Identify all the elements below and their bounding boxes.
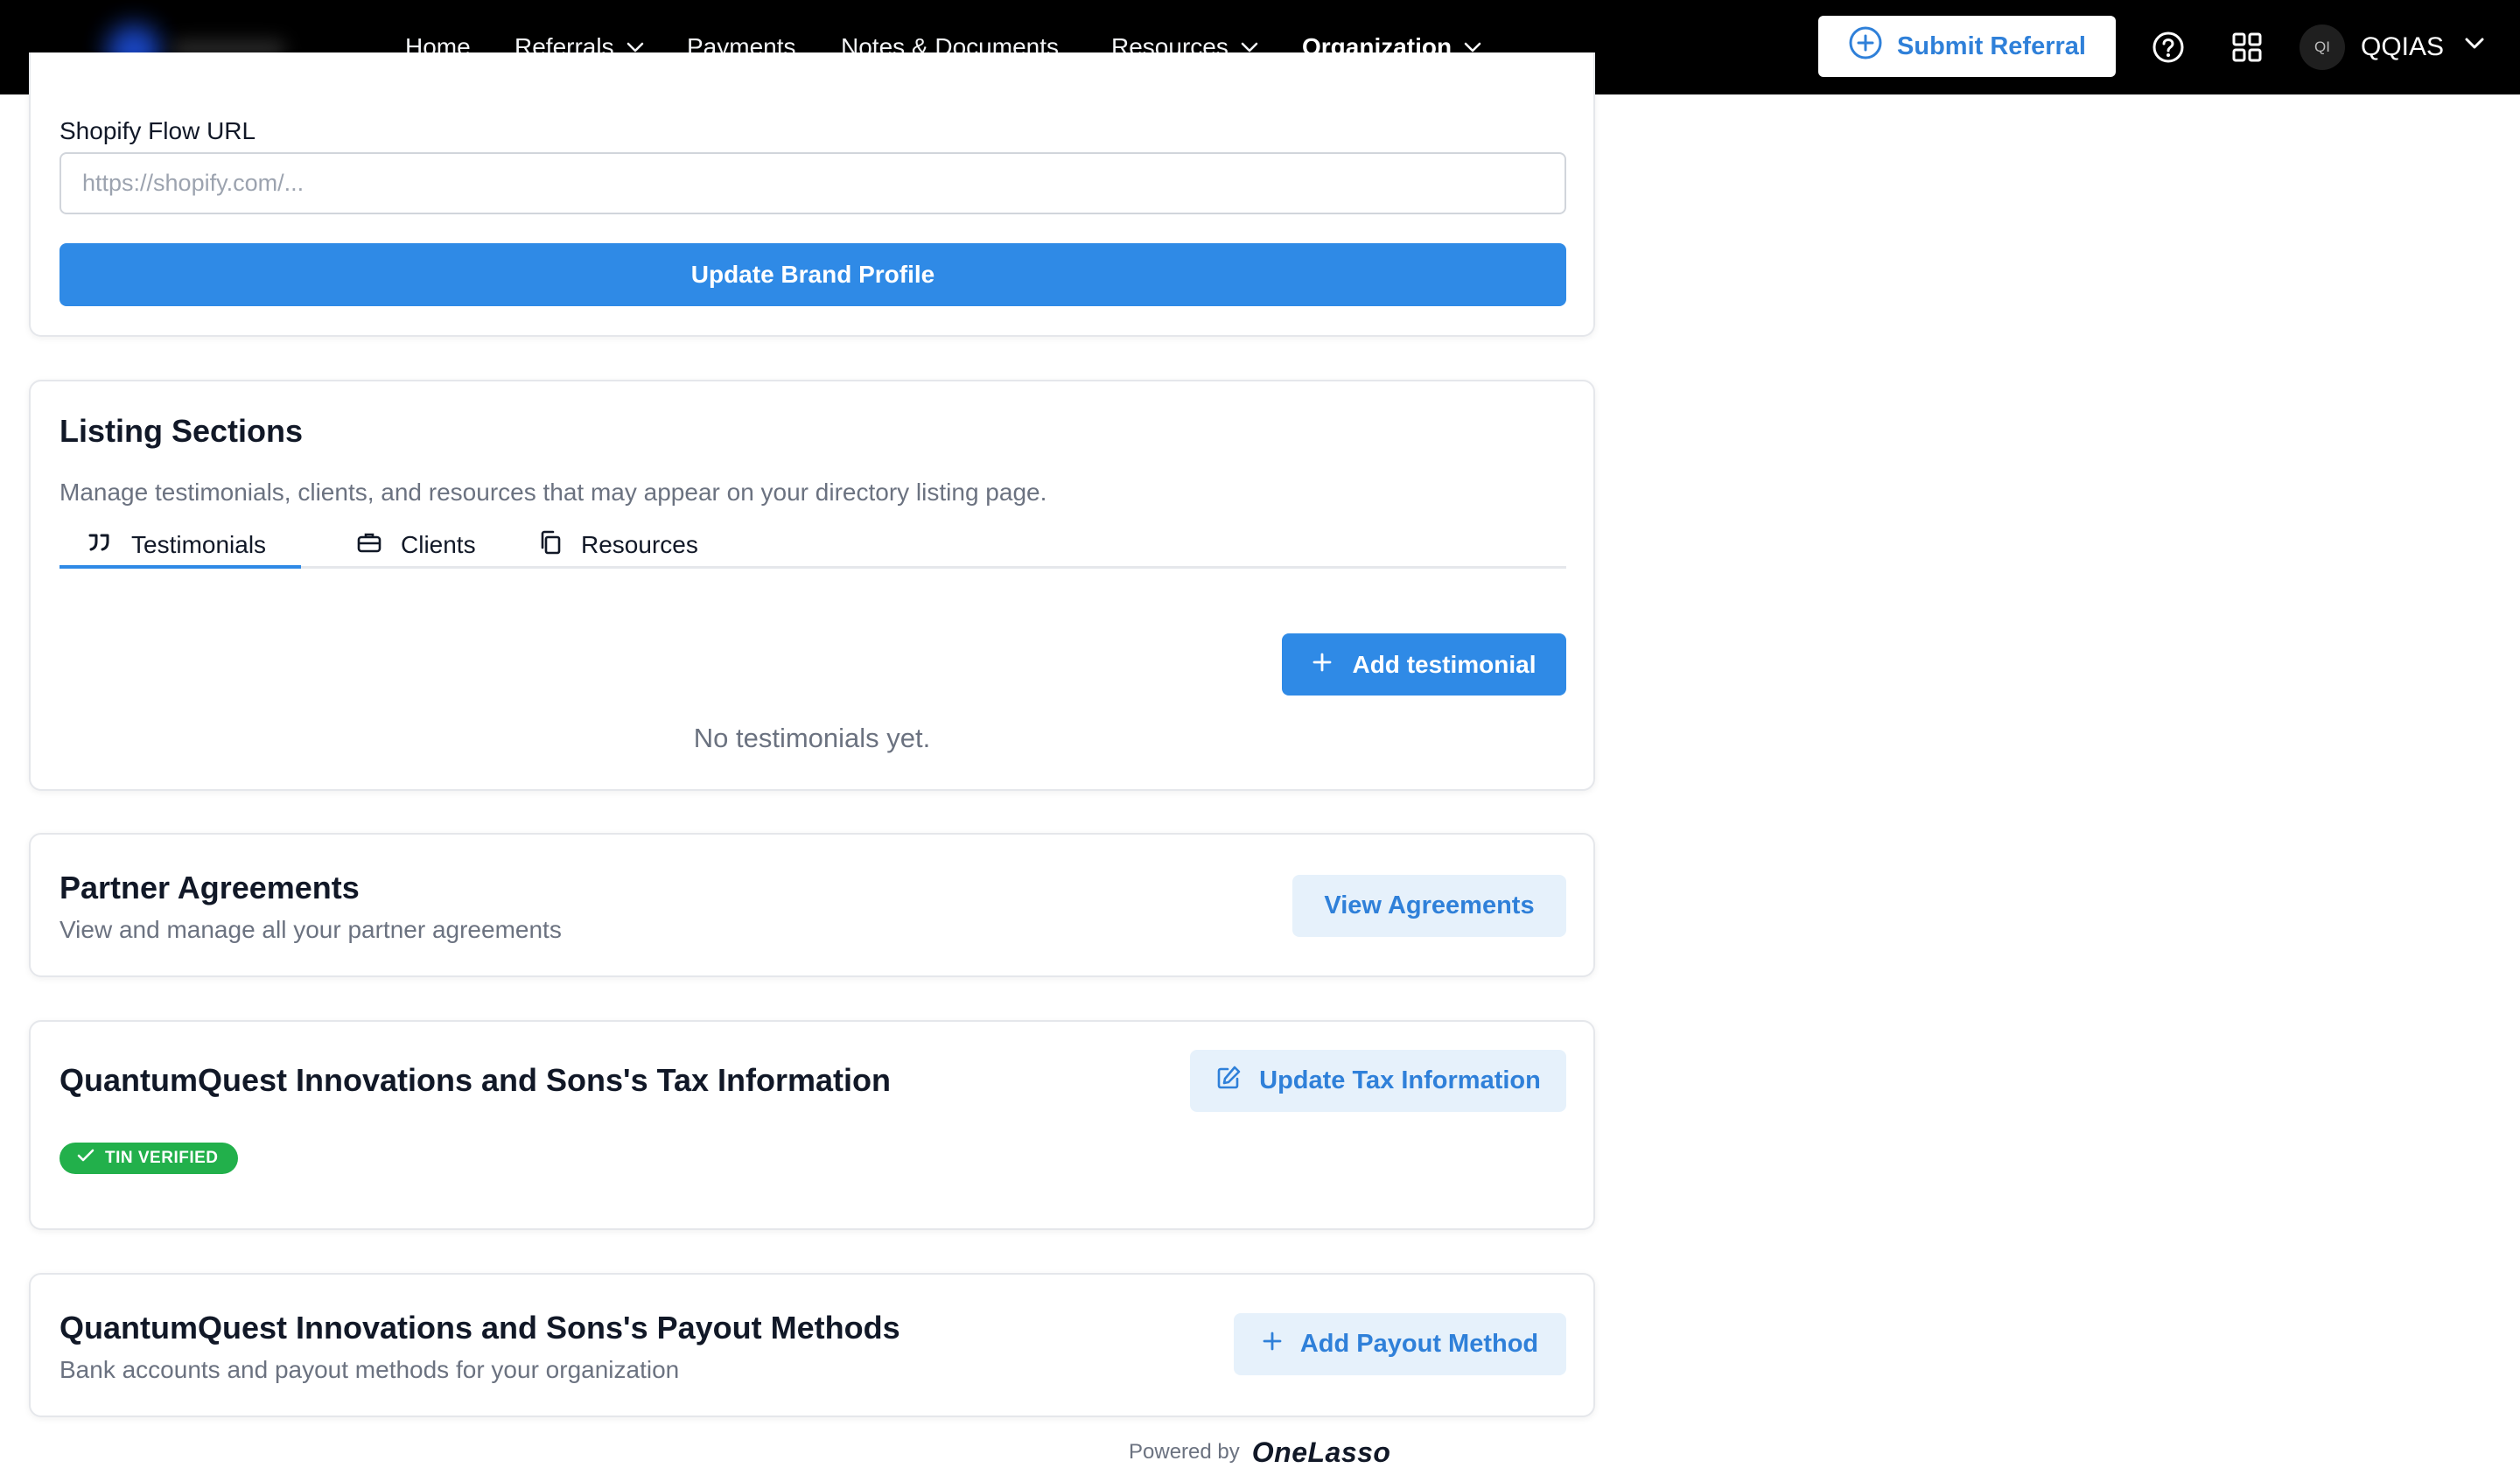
avatar-initials: QI bbox=[2314, 38, 2330, 55]
submit-referral-button[interactable]: Submit Referral bbox=[1818, 16, 2116, 77]
chevron-down-icon bbox=[626, 42, 644, 52]
add-testimonial-button[interactable]: Add testimonial bbox=[1282, 633, 1566, 696]
tab-label: Clients bbox=[401, 531, 476, 558]
chevron-down-icon[interactable] bbox=[2464, 37, 2485, 55]
add-payout-method-button[interactable]: Add Payout Method bbox=[1234, 1313, 1566, 1375]
check-icon bbox=[77, 1149, 94, 1168]
powered-by-footer: Powered by OneLasso bbox=[1129, 1435, 1390, 1470]
empty-testimonials-message: No testimonials yet. bbox=[693, 723, 931, 753]
payout-methods-description: Bank accounts and payout methods for you… bbox=[60, 1356, 680, 1383]
active-tab-indicator bbox=[60, 565, 301, 569]
listing-sections-card: Listing Sections Manage testimonials, cl… bbox=[29, 380, 1595, 791]
add-payout-method-label: Add Payout Method bbox=[1299, 1330, 1539, 1358]
listing-sections-description: Manage testimonials, clients, and resour… bbox=[60, 479, 1047, 506]
submit-referral-label: Submit Referral bbox=[1897, 31, 2086, 60]
avatar[interactable]: QI bbox=[2300, 24, 2345, 70]
chevron-down-icon bbox=[1464, 42, 1481, 52]
payout-methods-title: QuantumQuest Innovations and Sons's Payo… bbox=[60, 1310, 900, 1346]
edit-icon bbox=[1215, 1065, 1242, 1098]
tin-verified-label: TIN VERIFIED bbox=[105, 1149, 219, 1167]
plus-icon bbox=[1262, 1330, 1283, 1359]
help-icon[interactable] bbox=[2151, 30, 2186, 65]
plus-icon bbox=[1312, 651, 1333, 679]
listing-sections-title: Listing Sections bbox=[60, 413, 304, 449]
view-agreements-label: View Agreements bbox=[1324, 891, 1535, 919]
add-testimonial-label: Add testimonial bbox=[1352, 650, 1536, 678]
tab-resources[interactable]: Resources bbox=[539, 521, 698, 569]
payout-methods-card: QuantumQuest Innovations and Sons's Payo… bbox=[29, 1273, 1595, 1417]
update-brand-profile-label: Update Brand Profile bbox=[690, 261, 935, 288]
tab-label: Testimonials bbox=[131, 531, 267, 558]
listing-tabs: Testimonials Clients Resources bbox=[60, 521, 1566, 569]
tab-testimonials[interactable]: Testimonials bbox=[88, 521, 266, 569]
copy-icon bbox=[539, 530, 562, 561]
brand-profile-card: Shopify Flow URL Update Brand Profile bbox=[29, 52, 1595, 337]
plus-circle-icon bbox=[1848, 25, 1883, 67]
tin-verified-badge: TIN VERIFIED bbox=[60, 1143, 238, 1174]
partner-agreements-description: View and manage all your partner agreeme… bbox=[60, 916, 562, 943]
update-tax-information-button[interactable]: Update Tax Information bbox=[1190, 1050, 1566, 1112]
apps-grid-icon[interactable] bbox=[2230, 30, 2264, 65]
onelasso-logo[interactable]: OneLasso bbox=[1252, 1437, 1391, 1469]
user-menu-name[interactable]: QQIAS bbox=[2361, 0, 2444, 94]
quote-icon bbox=[88, 531, 112, 559]
powered-by-text: Powered by bbox=[1129, 1440, 1240, 1464]
tab-label: Resources bbox=[581, 531, 698, 558]
partner-agreements-card: Partner Agreements View and manage all y… bbox=[29, 833, 1595, 977]
shopify-flow-url-input[interactable] bbox=[60, 152, 1566, 214]
view-agreements-button[interactable]: View Agreements bbox=[1292, 875, 1566, 937]
tax-information-card: QuantumQuest Innovations and Sons's Tax … bbox=[29, 1020, 1595, 1230]
briefcase-icon bbox=[357, 531, 382, 560]
shopify-flow-url-label: Shopify Flow URL bbox=[60, 117, 256, 144]
tax-information-title: QuantumQuest Innovations and Sons's Tax … bbox=[60, 1062, 891, 1098]
partner-agreements-title: Partner Agreements bbox=[60, 870, 360, 905]
chevron-down-icon bbox=[1241, 42, 1258, 52]
update-brand-profile-button[interactable]: Update Brand Profile bbox=[60, 243, 1566, 306]
tab-clients[interactable]: Clients bbox=[357, 521, 476, 569]
user-name-label: QQIAS bbox=[2361, 32, 2445, 61]
update-tax-information-label: Update Tax Information bbox=[1259, 1066, 1541, 1094]
